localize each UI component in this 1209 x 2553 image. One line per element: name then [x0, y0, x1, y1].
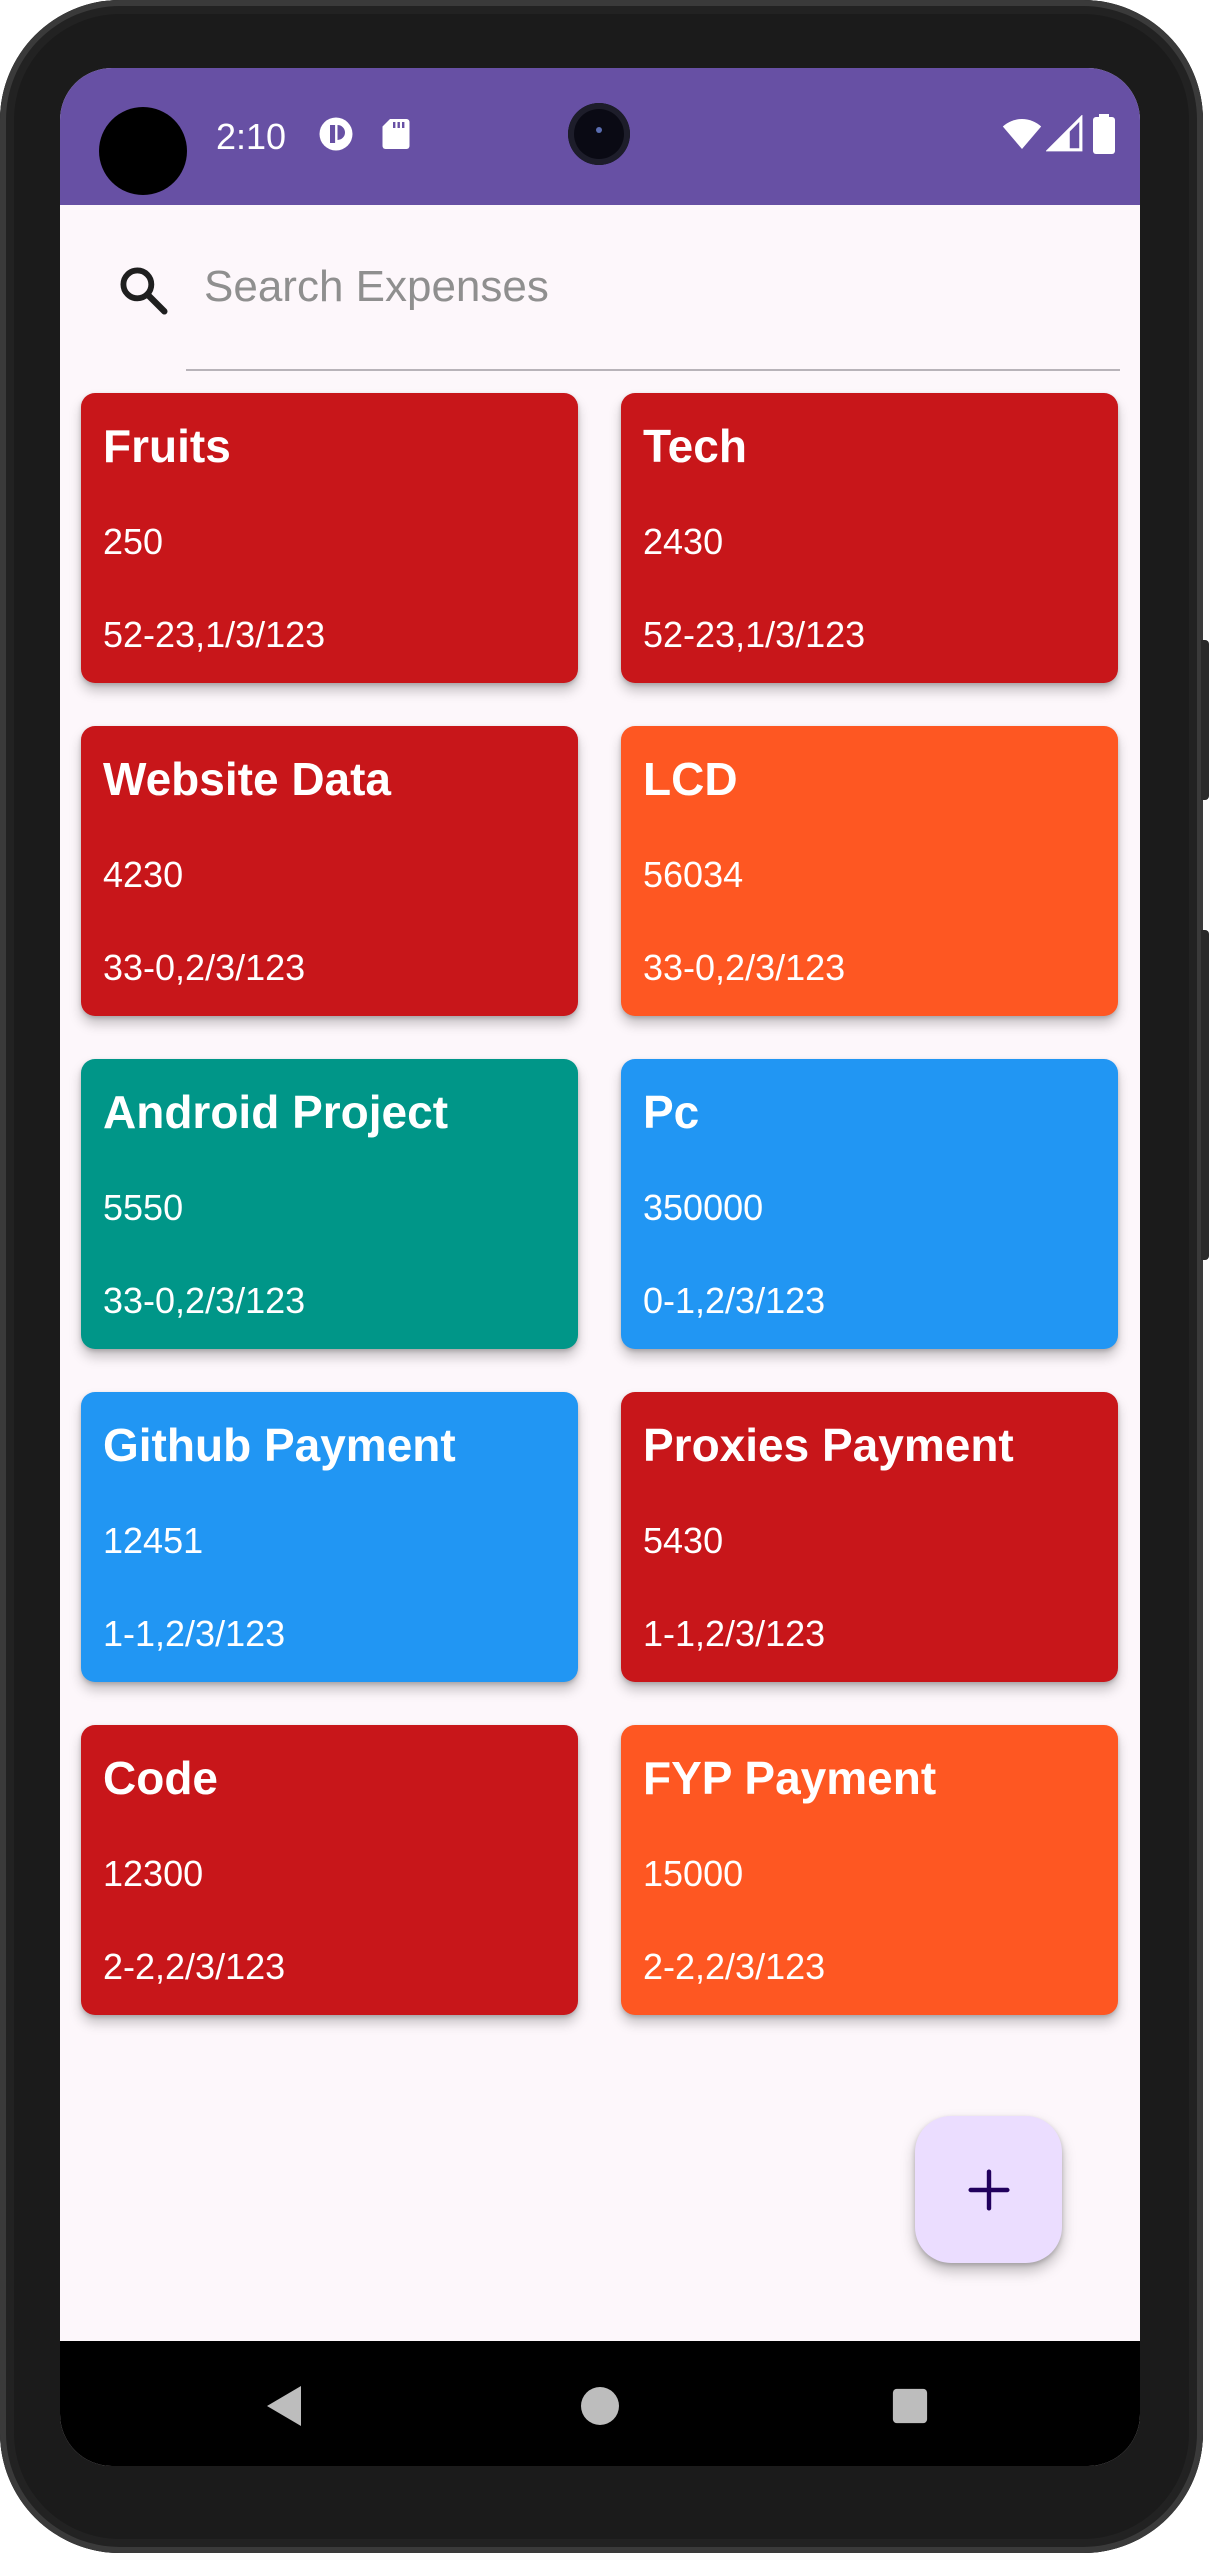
expense-card[interactable]: Website Data 4230 33-0,2/3/123 — [81, 726, 578, 1016]
expense-amount: 5550 — [103, 1187, 184, 1228]
search-bar — [60, 205, 1140, 385]
expense-title: FYP Payment — [643, 1752, 937, 1804]
expense-card[interactable]: Proxies Payment 5430 1-1,2/3/123 — [621, 1392, 1118, 1682]
expense-card[interactable]: Pc 350000 0-1,2/3/123 — [621, 1059, 1118, 1349]
expense-amount: 5430 — [643, 1520, 724, 1561]
expense-date: 2-2,2/3/123 — [103, 1946, 286, 1987]
expense-card[interactable]: Github Payment 12451 1-1,2/3/123 — [81, 1392, 578, 1682]
back-button[interactable] — [250, 2371, 320, 2441]
expense-title: LCD — [643, 753, 738, 805]
expense-amount: 350000 — [643, 1187, 764, 1228]
expense-title: Code — [103, 1752, 218, 1804]
expense-amount: 4230 — [103, 854, 184, 895]
home-button[interactable] — [565, 2371, 635, 2441]
device: 2:10 Search Expenses Fruits 250 52-23,1/… — [0, 0, 1209, 2553]
expense-date: 1-1,2/3/123 — [103, 1613, 286, 1654]
expense-title: Github Payment — [103, 1419, 456, 1471]
expense-amount: 15000 — [643, 1853, 744, 1894]
expense-title: Fruits — [103, 420, 231, 472]
volume-button — [1201, 930, 1209, 1260]
search-icon[interactable] — [116, 263, 170, 317]
power-button — [1201, 640, 1209, 800]
expense-date: 52-23,1/3/123 — [643, 614, 866, 655]
expense-date: 2-2,2/3/123 — [643, 1946, 826, 1987]
add-expense-button[interactable] — [915, 2116, 1062, 2263]
expense-title: Pc — [643, 1086, 700, 1138]
expense-date: 33-0,2/3/123 — [643, 947, 846, 988]
status-bar: 2:10 — [60, 68, 1140, 205]
cellular-signal-icon — [1046, 115, 1083, 152]
expense-title: Android Project — [103, 1086, 449, 1138]
battery-icon — [1093, 114, 1115, 154]
expense-card[interactable]: Fruits 250 52-23,1/3/123 — [81, 393, 578, 683]
expense-title: Tech — [643, 420, 747, 472]
expense-title: Proxies Payment — [643, 1419, 1014, 1471]
expense-amount: 56034 — [643, 854, 744, 895]
expense-date: 33-0,2/3/123 — [103, 947, 306, 988]
front-camera — [568, 103, 630, 165]
expense-card[interactable]: LCD 56034 33-0,2/3/123 — [621, 726, 1118, 1016]
expense-amount: 12451 — [103, 1520, 204, 1561]
expense-amount: 250 — [103, 521, 164, 562]
app-notification-icon — [319, 117, 353, 151]
search-input[interactable] — [184, 249, 1064, 325]
recents-icon — [892, 2388, 928, 2424]
plus-icon — [967, 2168, 1010, 2211]
wifi-icon — [1002, 119, 1042, 149]
navigation-bar — [60, 2341, 1140, 2466]
expense-date: 0-1,2/3/123 — [643, 1280, 826, 1321]
search-underline — [186, 369, 1120, 371]
profile-dot — [99, 107, 187, 195]
expense-title: Website Data — [103, 753, 392, 805]
expense-amount: 12300 — [103, 1853, 204, 1894]
expense-date: 52-23,1/3/123 — [103, 614, 326, 655]
expense-date: 33-0,2/3/123 — [103, 1280, 306, 1321]
sd-card-icon — [382, 119, 410, 149]
screen: 2:10 Search Expenses Fruits 250 52-23,1/… — [60, 68, 1140, 2466]
back-icon — [267, 2386, 301, 2426]
home-icon — [581, 2387, 619, 2425]
expense-date: 1-1,2/3/123 — [643, 1613, 826, 1654]
expense-card[interactable]: FYP Payment 15000 2-2,2/3/123 — [621, 1725, 1118, 2015]
expense-card[interactable]: Tech 2430 52-23,1/3/123 — [621, 393, 1118, 683]
status-time: 2:10 — [216, 116, 287, 157]
expense-card[interactable]: Android Project 5550 33-0,2/3/123 — [81, 1059, 578, 1349]
expense-card[interactable]: Code 12300 2-2,2/3/123 — [81, 1725, 578, 2015]
recents-button[interactable] — [875, 2371, 945, 2441]
expense-amount: 2430 — [643, 521, 724, 562]
